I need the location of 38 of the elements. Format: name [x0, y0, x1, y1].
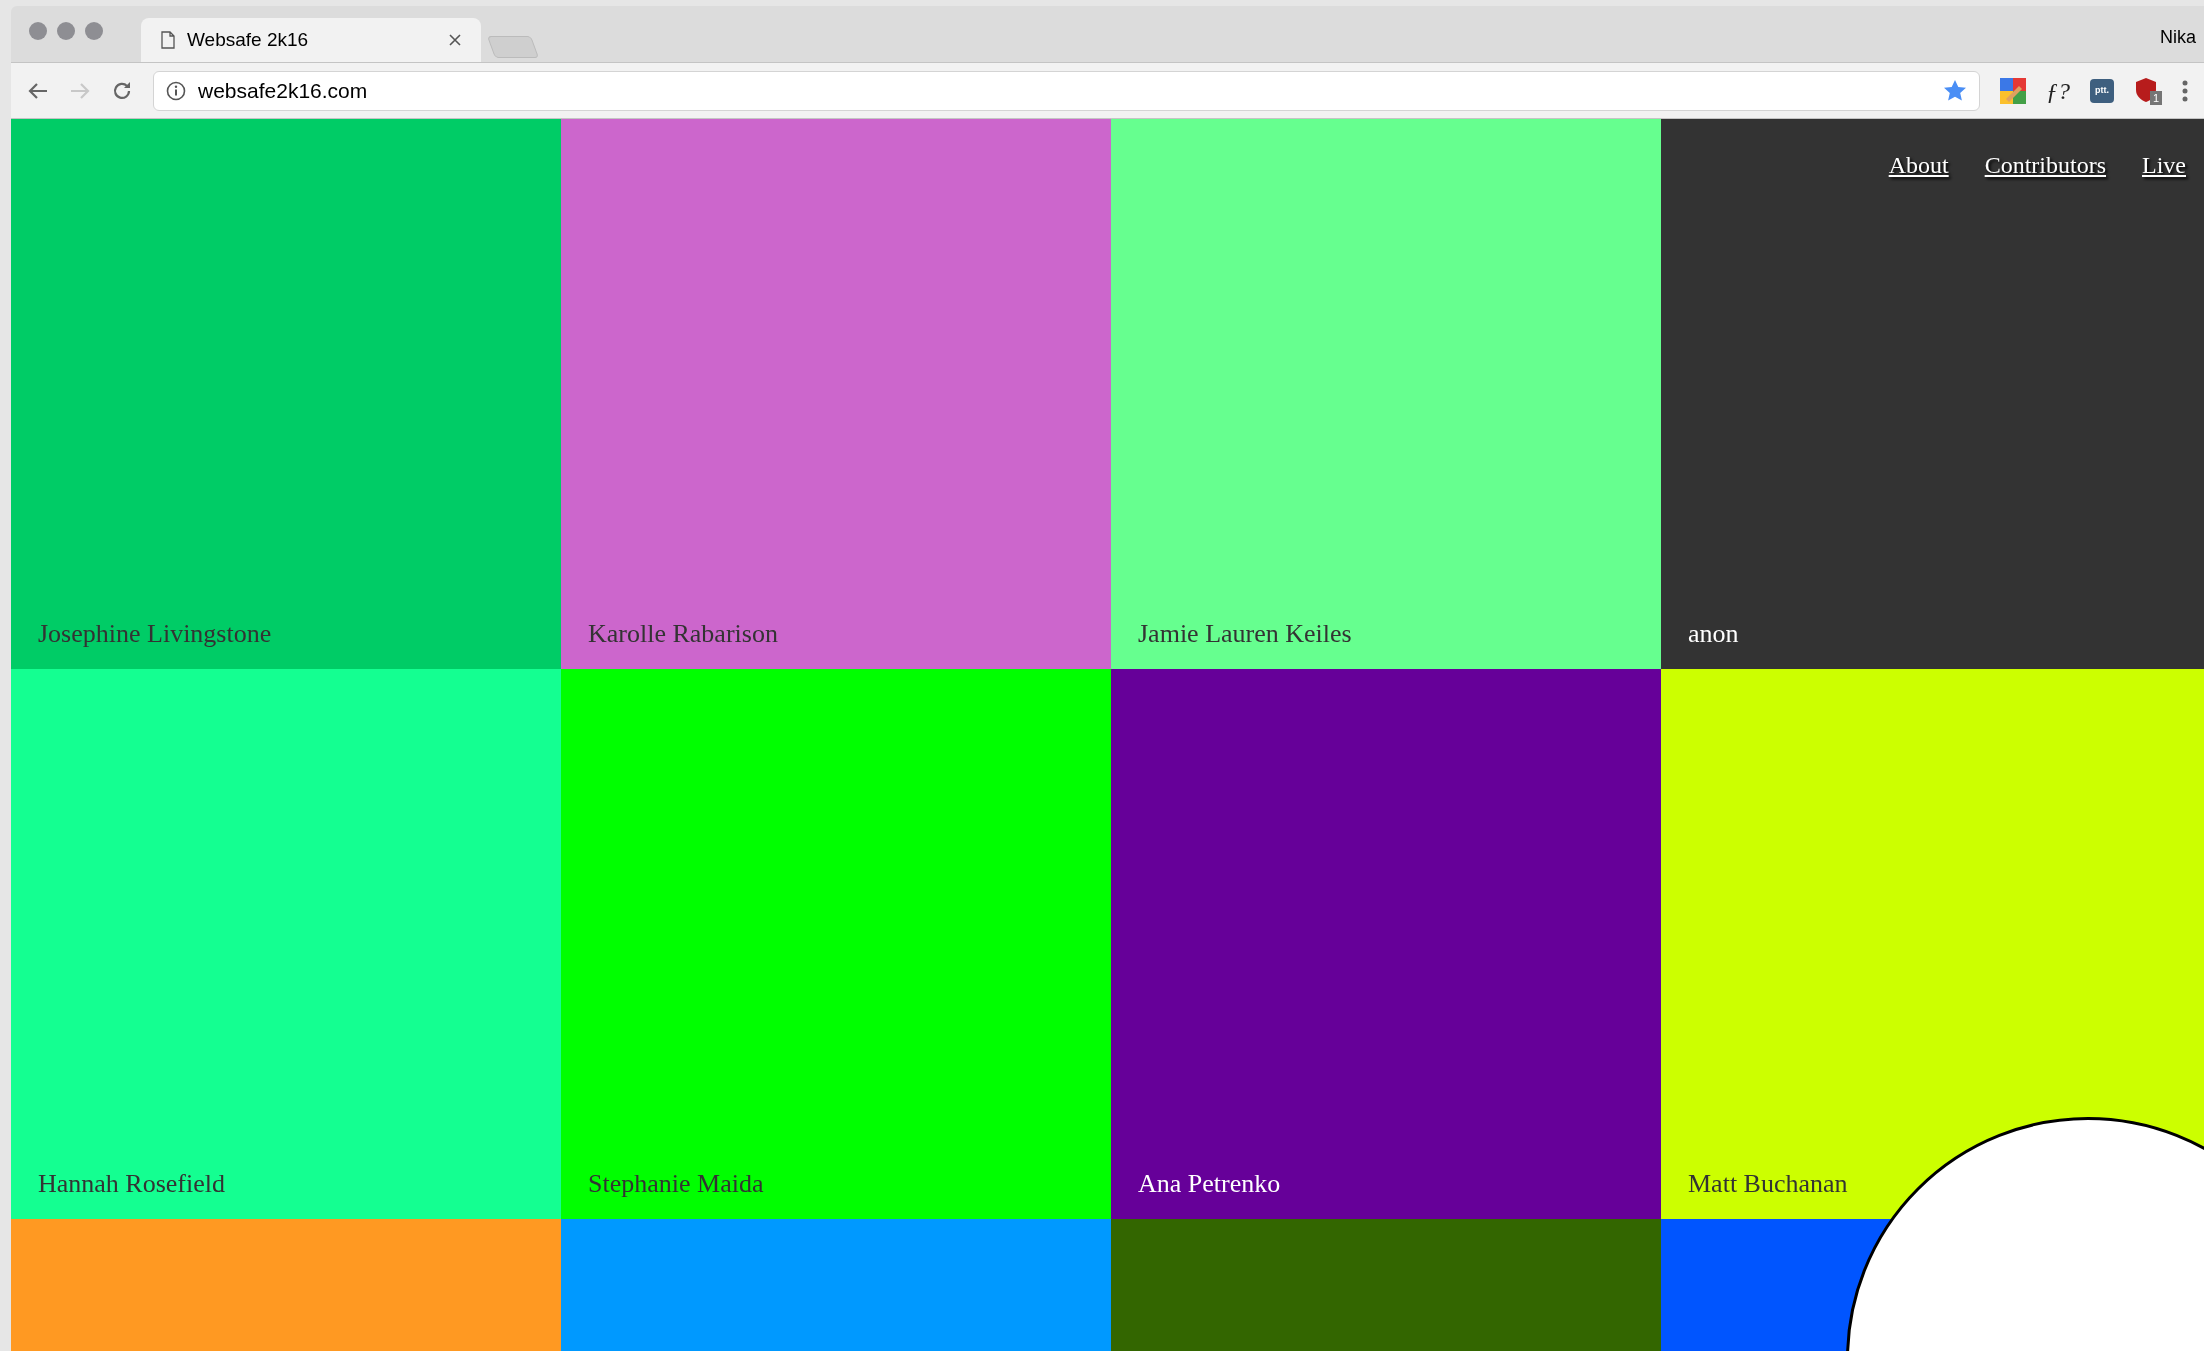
- window-minimize-control[interactable]: [57, 22, 75, 40]
- color-tile[interactable]: Hannah Rosefield: [11, 669, 561, 1219]
- color-tile[interactable]: Karolle Rabarison: [561, 119, 1111, 669]
- nav-link[interactable]: Live: [2142, 147, 2186, 183]
- contributor-name: Jamie Lauren Keiles: [1138, 618, 1352, 650]
- star-icon[interactable]: [1943, 78, 1967, 103]
- forward-arrow-icon[interactable]: [69, 80, 91, 101]
- contributor-name: Josephine Livingstone: [38, 618, 272, 650]
- close-icon[interactable]: [449, 34, 461, 46]
- tab-title: Websafe 2k16: [187, 27, 310, 52]
- menu-icon[interactable]: [2182, 79, 2188, 102]
- contributor-name: Stephanie Maida: [588, 1168, 764, 1200]
- nav-link[interactable]: About: [1888, 147, 1949, 183]
- contributor-name: Karolle Rabarison: [588, 618, 778, 650]
- url-text: websafe2k16.com: [198, 77, 369, 104]
- address-bar[interactable]: websafe2k16.com: [153, 70, 1980, 111]
- new-tab-button[interactable]: [487, 36, 539, 58]
- color-tile[interactable]: Jamie Lauren Keiles: [1111, 119, 1661, 669]
- page-icon: [161, 31, 175, 49]
- window-zoom-control[interactable]: [85, 22, 103, 40]
- font-extension-button[interactable]: ƒ?: [2046, 78, 2070, 103]
- shield-icon[interactable]: [2134, 76, 2158, 103]
- color-tile[interactable]: Stephanie Maida: [561, 669, 1111, 1219]
- color-tile[interactable]: Josephine Livingstone: [11, 119, 561, 669]
- pencil-extension-icon[interactable]: [2000, 77, 2026, 104]
- color-tile[interactable]: Ana Petrenko: [1111, 669, 1661, 1219]
- contributor-name: Ana Petrenko: [1138, 1168, 1281, 1200]
- profile-name[interactable]: Nika: [2160, 24, 2196, 51]
- color-tile[interactable]: Matt Buchanan: [1661, 669, 2204, 1219]
- nav-link[interactable]: Contributors: [1984, 147, 2106, 183]
- ptt-extension-button[interactable]: ptt.: [2090, 78, 2114, 103]
- window-close-control[interactable]: [29, 22, 47, 40]
- contributor-name: anon: [1688, 618, 1739, 650]
- info-icon: [166, 80, 186, 101]
- contributor-name: Matt Buchanan: [1688, 1168, 1848, 1200]
- browser-tab[interactable]: Websafe 2k16: [141, 18, 481, 62]
- back-arrow-icon[interactable]: [27, 80, 49, 101]
- contributor-name: Hannah Rosefield: [38, 1168, 225, 1200]
